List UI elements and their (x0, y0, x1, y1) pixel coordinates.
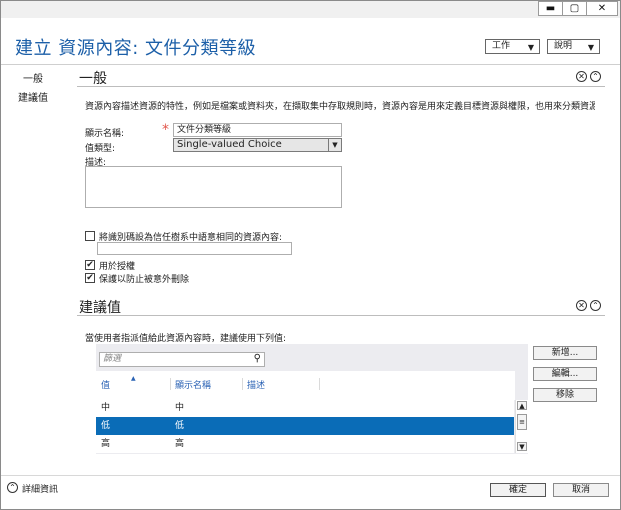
value-type-label: 值類型: (85, 144, 116, 154)
general-section-divider (77, 86, 605, 87)
checkmark-icon: ✔ (86, 260, 94, 270)
scroll-down-icon[interactable]: ▼ (517, 442, 527, 451)
chevron-down-icon: ▼ (328, 139, 341, 151)
value-type-select[interactable]: Single-valued Choice ▼ (173, 138, 342, 152)
restore-icon: ▢ (569, 3, 580, 14)
general-section-title: 一般 (79, 71, 107, 87)
share-identifier-checkbox[interactable] (85, 231, 95, 241)
scroll-up-icon[interactable]: ▲ (517, 401, 527, 410)
expand-up-icon[interactable]: ⌃ (7, 482, 18, 493)
help-dropdown-label: 說明 (554, 41, 573, 51)
list-header-area (96, 371, 515, 400)
suggested-instruction: 當使用者指派值給此資源內容時，建議使用下列值: (85, 334, 287, 344)
used-for-authorization-label: 用於授權 (99, 262, 136, 272)
chevron-down-icon: ▼ (587, 43, 594, 52)
column-separator (242, 378, 243, 390)
page-title: 建立 資源內容: 文件分類等級 (15, 38, 257, 59)
description-textarea[interactable] (85, 166, 342, 208)
column-separator (319, 378, 320, 390)
close-icon: ✕ (597, 3, 607, 14)
restore-button[interactable]: ▢ (562, 1, 587, 16)
filter-placeholder: 篩選 (103, 354, 122, 364)
table-row[interactable]: 高 高 (96, 435, 514, 453)
close-section-icon[interactable]: ✕ (576, 300, 587, 311)
task-dropdown[interactable]: 工作 ▼ (485, 39, 540, 54)
window-titlebar: ▬ ▢ ✕ (1, 1, 620, 18)
required-asterisk: * (162, 122, 169, 138)
table-row[interactable]: 中 中 (96, 399, 514, 417)
column-header-description[interactable]: 描述 (247, 378, 265, 391)
suggested-section-title: 建議值 (79, 300, 121, 316)
chevron-down-icon: ▼ (527, 43, 534, 52)
dialog-window: ▬ ▢ ✕ 建立 資源內容: 文件分類等級 工作 ▼ 說明 ▼ 一般 建議值 一… (0, 0, 621, 510)
column-separator (170, 378, 171, 390)
close-section-icon[interactable]: ✕ (576, 71, 587, 82)
value-type-selected: Single-valued Choice (177, 139, 282, 150)
ok-button[interactable]: 確定 (490, 483, 546, 497)
cell-value: 低 (101, 421, 111, 431)
used-for-authorization-checkbox[interactable]: ✔ (85, 260, 95, 270)
cell-display-name: 高 (175, 439, 185, 449)
cell-value: 中 (101, 403, 111, 413)
checkmark-icon: ✔ (86, 273, 94, 283)
edit-button[interactable]: 編輯... (533, 367, 597, 381)
more-info-link[interactable]: 詳細資訊 (22, 482, 58, 495)
help-dropdown[interactable]: 說明 ▼ (547, 39, 600, 54)
sort-ascending-icon: ▲ (131, 375, 136, 382)
minimize-button[interactable]: ▬ (538, 1, 563, 16)
minimize-icon: ▬ (545, 3, 556, 14)
header-divider (1, 64, 620, 65)
collapse-section-icon[interactable]: ⌃ (590, 300, 601, 311)
column-header-display-name[interactable]: 顯示名稱 (175, 378, 211, 391)
remove-button[interactable]: 移除 (533, 388, 597, 402)
cell-display-name: 中 (175, 403, 185, 413)
cancel-button[interactable]: 取消 (553, 483, 609, 497)
add-button[interactable]: 新增... (533, 346, 597, 360)
close-button[interactable]: ✕ (586, 1, 618, 16)
cell-display-name: 低 (175, 421, 185, 431)
collapse-section-icon[interactable]: ⌃ (590, 71, 601, 82)
list-scrollbar[interactable]: ▲ ≡ ▼ (515, 400, 528, 453)
protect-deletion-checkbox[interactable]: ✔ (85, 273, 95, 283)
suggested-section-divider (77, 315, 605, 316)
search-icon[interactable]: ⚲ (254, 353, 261, 365)
sidebar-item-suggested-values[interactable]: 建議值 (18, 89, 48, 104)
scroll-thumb[interactable]: ≡ (517, 414, 527, 430)
filter-input[interactable]: 篩選 ⚲ (99, 352, 265, 367)
display-name-input[interactable]: 文件分類等級 (173, 123, 342, 137)
cell-value: 高 (101, 439, 111, 449)
protect-deletion-label: 保護以防止被意外刪除 (99, 275, 190, 285)
display-name-label: 顯示名稱: (85, 129, 125, 139)
column-header-value[interactable]: 值 (101, 378, 110, 391)
footer-divider (1, 475, 620, 476)
sidebar-item-general[interactable]: 一般 (23, 70, 43, 85)
general-description: 資源內容描述資源的特性，例如是檔案或資料夾，在擷取集中存取規則時，資源內容是用來… (85, 102, 595, 112)
task-dropdown-label: 工作 (492, 41, 511, 51)
table-row-selected[interactable]: 低 低 (96, 417, 514, 435)
share-identifier-input[interactable] (97, 242, 292, 255)
